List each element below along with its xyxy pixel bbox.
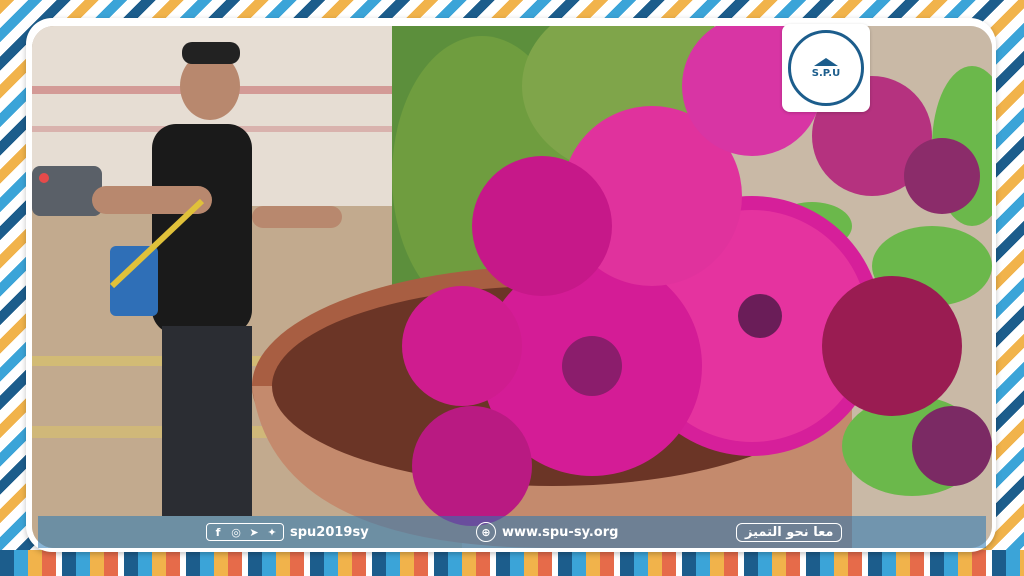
website-link[interactable]: ⊕ www.spu-sy.org xyxy=(476,522,618,542)
social-handle[interactable]: spu2019sy xyxy=(290,525,369,540)
facebook-icon[interactable]: f xyxy=(211,525,225,539)
university-logo: S.P.U xyxy=(788,30,864,106)
telegram-icon[interactable]: ➤ xyxy=(247,525,261,539)
car-light xyxy=(39,173,49,183)
logo-abbreviation: S.P.U xyxy=(811,67,841,79)
instagram-icon[interactable]: ◎ xyxy=(229,525,243,539)
logo-badge: S.P.U xyxy=(782,24,870,112)
info-bar: f ◎ ➤ ✦ spu2019sy ⊕ www.spu-sy.org معا ن… xyxy=(38,516,986,548)
twitter-icon[interactable]: ✦ xyxy=(265,525,279,539)
slogan: معا نحو التميز xyxy=(736,522,843,542)
decorative-strip xyxy=(0,550,1024,576)
globe-icon: ⊕ xyxy=(476,522,496,542)
social-icons: f ◎ ➤ ✦ xyxy=(206,523,284,541)
social-links: f ◎ ➤ ✦ spu2019sy xyxy=(206,523,369,541)
graduation-cap-icon xyxy=(814,57,838,66)
website-url[interactable]: www.spu-sy.org xyxy=(502,525,618,540)
